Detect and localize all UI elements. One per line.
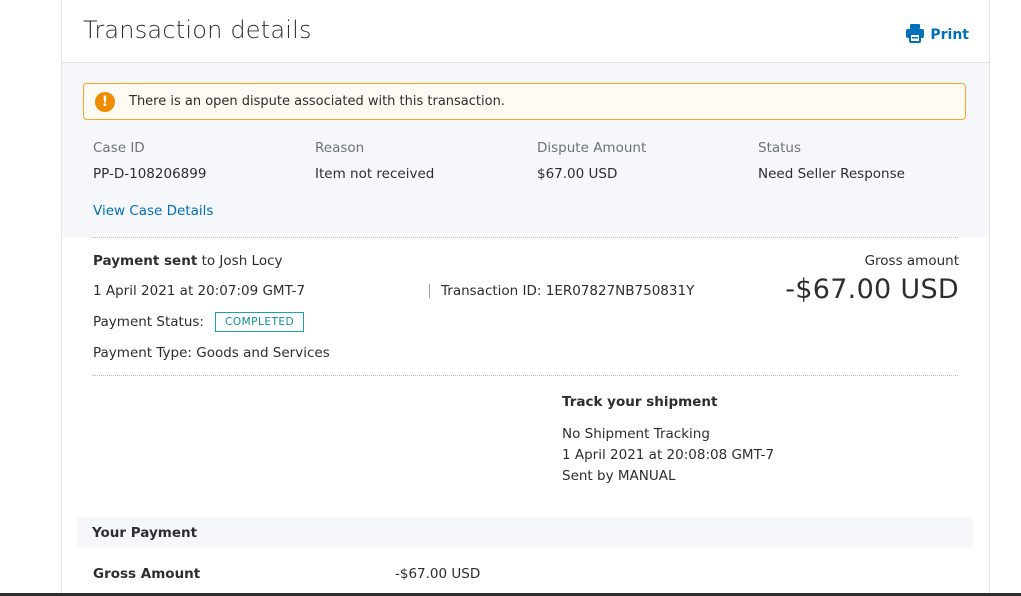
- shipment-datetime: 1 April 2021 at 20:08:08 GMT-7: [562, 447, 775, 463]
- dispute-section: ! There is an open dispute associated wi…: [62, 63, 989, 237]
- gross-amount-value: -$67.00 USD: [785, 274, 959, 305]
- printer-icon: [905, 23, 925, 47]
- shipment-tracking: No Shipment Tracking: [562, 426, 710, 442]
- payment-recipient: to Josh Locy: [197, 253, 283, 269]
- divider: [92, 375, 958, 376]
- your-payment-title: Your Payment: [92, 525, 198, 541]
- payment-sent-label: Payment sent: [93, 253, 198, 269]
- dispute-amount-value: $67.00 USD: [537, 166, 618, 182]
- print-label: Print: [930, 27, 969, 43]
- transaction-id: Transaction ID: 1ER07827NB750831Y: [441, 283, 695, 299]
- reason-value: Item not received: [315, 166, 435, 182]
- shipment-title: Track your shipment: [562, 394, 718, 410]
- status-value: Need Seller Response: [758, 166, 905, 182]
- payment-datetime: 1 April 2021 at 20:07:09 GMT-7: [93, 283, 306, 299]
- warning-icon: !: [95, 91, 115, 112]
- case-id-value: PP-D-108206899: [93, 166, 207, 182]
- payment-sent-line: Payment sent to Josh Locy: [93, 253, 283, 269]
- gross-amount-row-label: Gross Amount: [93, 566, 201, 582]
- status-header: Status: [758, 140, 802, 156]
- separator: [429, 284, 430, 298]
- gross-amount-row-value: -$67.00 USD: [395, 566, 481, 582]
- view-case-details-link[interactable]: View Case Details: [93, 203, 213, 219]
- divider: [92, 237, 958, 238]
- transaction-panel: Transaction details Print ! There is an …: [61, 0, 990, 593]
- status-badge: COMPLETED: [215, 312, 305, 332]
- alert-message: There is an open dispute associated with…: [129, 94, 505, 109]
- payment-type: Payment Type: Goods and Services: [93, 345, 330, 361]
- case-id-header: Case ID: [93, 140, 145, 156]
- gross-amount-label: Gross amount: [864, 253, 959, 269]
- payment-status-label: Payment Status:: [93, 314, 204, 330]
- your-payment-header: Your Payment: [77, 517, 973, 548]
- shipment-sent-by: Sent by MANUAL: [562, 468, 676, 484]
- page-title: Transaction details: [83, 16, 312, 44]
- dispute-alert: ! There is an open dispute associated wi…: [83, 83, 966, 120]
- dispute-amount-header: Dispute Amount: [537, 140, 647, 156]
- panel-header: Transaction details Print: [62, 0, 989, 63]
- print-button[interactable]: Print: [905, 23, 969, 47]
- reason-header: Reason: [315, 140, 365, 156]
